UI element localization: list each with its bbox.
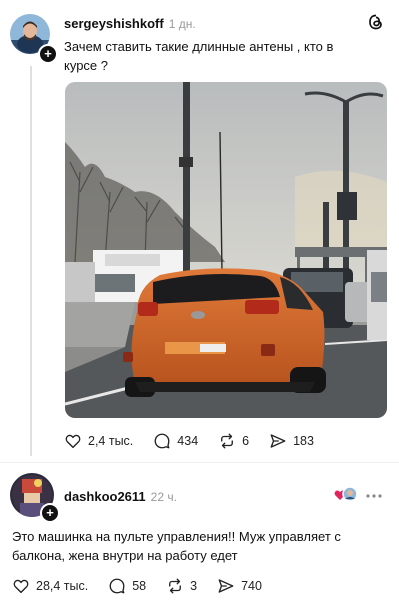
post-actions: 2,4 тыс. 434 6 183: [64, 432, 334, 450]
follow-plus-button[interactable]: +: [38, 44, 58, 64]
reply-username[interactable]: dashkoo2611: [64, 489, 146, 504]
comment-button[interactable]: 434: [153, 432, 198, 450]
reply-timestamp: 22 ч.: [150, 490, 177, 504]
reply-comment-button[interactable]: 58: [108, 577, 146, 595]
reply-follow-plus-button[interactable]: +: [40, 503, 60, 523]
divider: [0, 462, 399, 463]
like-button[interactable]: 2,4 тыс.: [64, 432, 133, 450]
reply-like-button[interactable]: 28,4 тыс.: [12, 577, 88, 595]
reply-header: dashkoo2611 22 ч.: [64, 488, 177, 506]
share-count: 183: [293, 434, 314, 448]
threads-logo-icon[interactable]: [368, 14, 384, 30]
share-icon: [218, 579, 234, 593]
reply-comment-count: 58: [132, 579, 147, 593]
repost-button[interactable]: 6: [218, 432, 249, 450]
repost-icon: [221, 433, 234, 449]
post-header: sergeyshishkoff 1 дн.: [64, 15, 196, 33]
reply-like-count: 28,4 тыс.: [36, 579, 89, 593]
heart-icon: [65, 434, 81, 449]
reply-actions: 28,4 тыс. 58 3 740: [12, 577, 282, 595]
like-count: 2,4 тыс.: [88, 434, 134, 448]
liked-by-author-indicator: [334, 486, 358, 504]
reply-share-button[interactable]: 740: [217, 577, 262, 595]
username[interactable]: sergeyshishkoff: [64, 16, 164, 31]
reply-repost-button[interactable]: 3: [166, 577, 197, 595]
reply-text: Это машинка на пульте управления!! Муж у…: [12, 529, 341, 563]
thread-line: [30, 66, 32, 456]
heart-icon: [13, 579, 29, 594]
comment-count: 434: [177, 434, 199, 448]
more-icon[interactable]: [365, 488, 383, 498]
reply-repost-count: 3: [190, 579, 198, 593]
share-icon: [270, 434, 286, 448]
repost-count: 6: [242, 434, 250, 448]
repost-icon: [169, 578, 182, 594]
post-image[interactable]: [65, 82, 387, 418]
post-text: Зачем ставить такие длинные антены , кто…: [64, 39, 334, 73]
reply-share-count: 740: [241, 579, 262, 593]
comment-icon: [109, 578, 125, 594]
comment-icon: [154, 433, 170, 449]
share-button[interactable]: 183: [269, 432, 314, 450]
timestamp: 1 дн.: [168, 17, 196, 31]
